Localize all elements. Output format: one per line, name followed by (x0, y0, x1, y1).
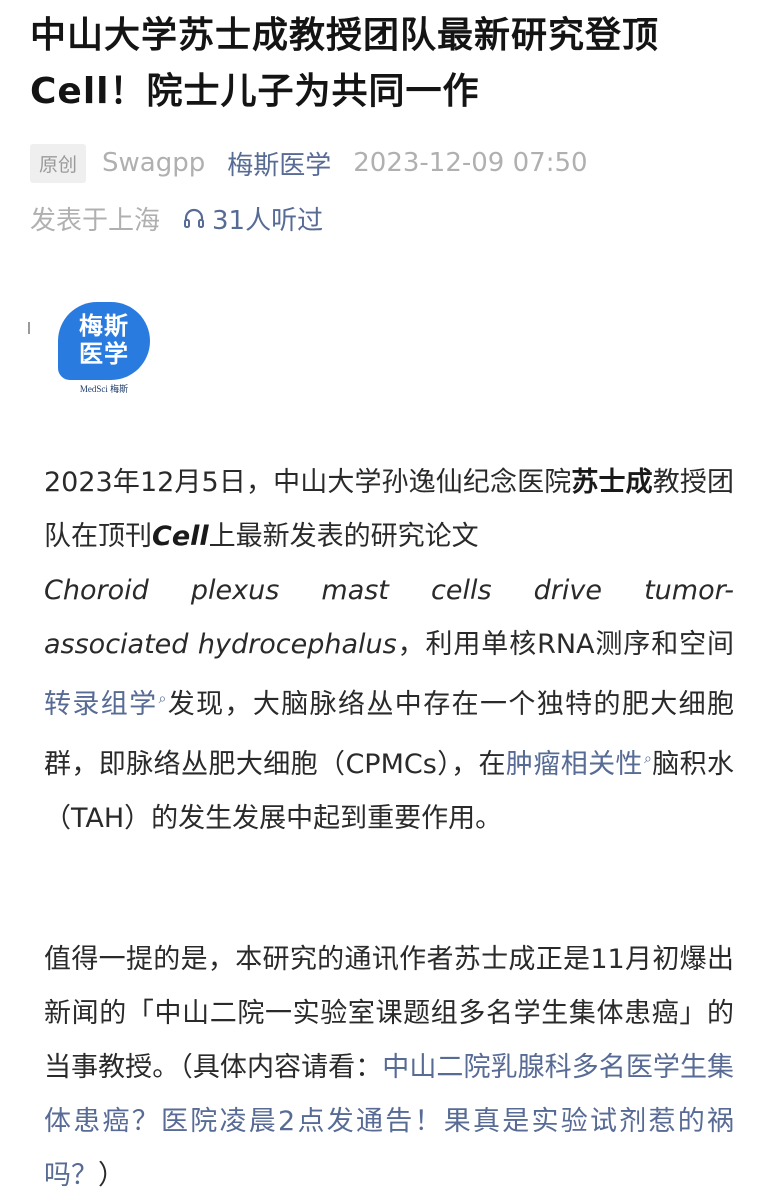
p1-text: ，利用单核RNA测序和空间 (396, 629, 734, 660)
logo-text-line1: 梅斯 (79, 312, 129, 340)
keyword-link-tumor[interactable]: 肿瘤相关性 (506, 749, 643, 780)
paragraph-2: 值得一提的是，本研究的通讯作者苏士成正是11月初爆出新闻的「中山二院一实验室课题… (44, 933, 734, 1203)
article-meta-secondary: 发表于上海 31人听过 (30, 196, 323, 240)
original-tag: 原创 (30, 143, 87, 183)
p1-paper-title-line: Choroid plexus mast cells drive tumor- (44, 564, 734, 618)
p1-journal: Cell (152, 521, 209, 552)
publish-location: 发表于上海 (30, 205, 161, 236)
logo-badge: 梅斯 医学 (58, 302, 150, 380)
account-link[interactable]: 梅斯医学 (227, 145, 331, 182)
listen-count: 31人听过 (212, 205, 324, 236)
p1-highlight-name: 苏士成 (571, 467, 653, 498)
paper-title-word: Choroid (44, 575, 149, 606)
author-name: Swagpp (102, 148, 206, 178)
paper-title-word: cells (431, 575, 492, 606)
divider-mark (28, 322, 30, 334)
search-icon[interactable]: ⌕ (644, 751, 652, 767)
p2-text: ） (98, 1160, 125, 1191)
logo-caption: MedSci 梅斯 (79, 384, 129, 394)
article-title: 中山大学苏士成教授团队最新研究登顶Cell！院士儿子为共同一作 (30, 15, 660, 112)
paragraph-1: 2023年12月5日，中山大学孙逸仙纪念医院苏士成教授团队在顶刊Cell上最新发… (44, 456, 734, 846)
medsci-logo: 梅斯 医学 MedSci 梅斯 (58, 302, 154, 398)
p1-text: 2023年12月5日，中山大学孙逸仙纪念医院 (44, 467, 572, 498)
paper-title-end: associated hydrocephalus (44, 629, 397, 660)
paper-title-word: drive (533, 575, 602, 606)
paper-title-word: plexus (190, 575, 280, 606)
article-meta: 原创 Swagpp 梅斯医学 2023-12-09 07:50 (30, 140, 588, 186)
paper-title-word: tumor- (644, 575, 734, 606)
paper-title-word: mast (321, 575, 389, 606)
headphones-icon (184, 208, 205, 228)
keyword-link-transcriptomics[interactable]: 转录组学 (44, 689, 158, 720)
logo-text-line2: 医学 (79, 340, 129, 368)
listen-button[interactable]: 31人听过 (182, 200, 323, 237)
publish-datetime: 2023-12-09 07:50 (353, 148, 588, 178)
p1-text: 上最新发表的研究论文 (208, 521, 479, 552)
